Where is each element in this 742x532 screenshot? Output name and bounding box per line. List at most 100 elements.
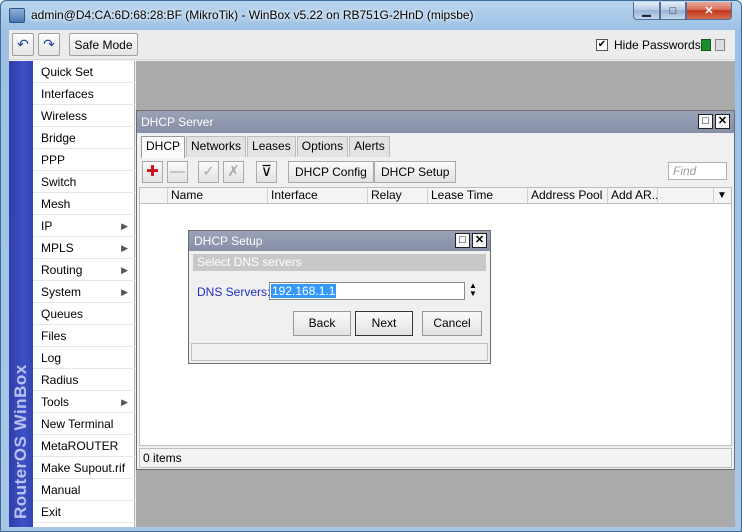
dns-servers-label: DNS Servers: xyxy=(197,285,271,299)
filter-button[interactable]: ⊽ xyxy=(256,161,277,183)
sidebar-item-label: MPLS xyxy=(41,241,74,255)
sidebar-item-label: Switch xyxy=(41,175,77,189)
sidebar-item-label: Mesh xyxy=(41,197,71,211)
column-header-add-ar[interactable]: Add AR... xyxy=(608,188,658,203)
sidebar-item-ip[interactable]: IP ▶ xyxy=(33,215,135,237)
status-indicator-icon xyxy=(715,39,725,51)
tab-leases[interactable]: Leases xyxy=(247,136,296,157)
sidebar-item-wireless[interactable]: Wireless xyxy=(33,105,135,127)
dhcp-status-bar: 0 items xyxy=(139,448,732,468)
submenu-arrow-icon: ▶ xyxy=(121,221,128,231)
minimize-button[interactable]: ▁ xyxy=(633,2,660,20)
remove-button[interactable]: — xyxy=(167,161,188,183)
submenu-arrow-icon: ▶ xyxy=(121,243,128,253)
dhcp-maximize-button[interactable]: □ xyxy=(698,114,713,129)
column-header-address-pool[interactable]: Address Pool xyxy=(528,188,608,203)
hide-passwords-checkbox[interactable]: ✔ xyxy=(596,39,608,51)
submenu-arrow-icon: ▶ xyxy=(121,265,128,275)
dhcp-setup-dialog: DHCP Setup □ ✕ Select DNS servers DNS Se… xyxy=(188,230,491,364)
sidebar-item-tools[interactable]: Tools ▶ xyxy=(33,391,135,413)
menu-list: Quick Set Interfaces Wireless Bridge PPP Swit… xyxy=(33,61,135,523)
tab-networks[interactable]: Networks xyxy=(186,136,247,157)
sidebar-item-label: IP xyxy=(41,219,53,233)
sidebar-item-mesh[interactable]: Mesh xyxy=(33,193,135,215)
sidebar-item-exit[interactable]: Exit xyxy=(33,501,135,523)
sidebar-item-manual[interactable]: Manual xyxy=(33,479,135,501)
disable-button[interactable]: ✗ xyxy=(223,161,244,183)
routeros-brand-bar: RouterOS WinBox xyxy=(9,61,33,527)
setup-maximize-button[interactable]: □ xyxy=(455,233,470,248)
sidebar-item-bridge[interactable]: Bridge xyxy=(33,127,135,149)
dhcp-setup-button[interactable]: DHCP Setup xyxy=(374,161,457,183)
undo-button[interactable]: ↶ xyxy=(12,33,34,56)
column-header-interface[interactable]: Interface xyxy=(268,188,368,203)
sidebar-item-label: New Terminal xyxy=(41,417,114,431)
sidebar-item-switch[interactable]: Switch xyxy=(33,171,135,193)
sidebar-item-queues[interactable]: Queues xyxy=(33,303,135,325)
sidebar-item-label: Routing xyxy=(41,263,83,277)
submenu-arrow-icon: ▶ xyxy=(121,287,128,297)
dhcp-window-titlebar[interactable]: DHCP Server □ ✕ xyxy=(137,111,734,133)
enable-button[interactable]: ✓ xyxy=(198,161,219,183)
submenu-arrow-icon: ▶ xyxy=(121,397,128,407)
dhcp-table-header: Name Interface Relay Lease Time Address Pool… xyxy=(139,187,732,204)
next-button[interactable]: Next xyxy=(355,311,413,336)
column-header-name[interactable]: Name xyxy=(168,188,268,203)
tab-dhcp[interactable]: DHCP xyxy=(141,136,186,158)
setup-dialog-titlebar[interactable]: DHCP Setup □ ✕ xyxy=(189,231,490,251)
add-remove-dns-spinner[interactable]: ▲ ▼ xyxy=(467,282,479,300)
close-button[interactable]: ✕ xyxy=(686,2,732,20)
tab-options[interactable]: Options xyxy=(296,136,349,157)
cancel-button[interactable]: Cancel xyxy=(422,311,482,336)
sidebar-item-label: MetaROUTER xyxy=(41,439,119,453)
sidebar-item-label: Queues xyxy=(41,307,84,321)
dns-servers-input[interactable]: 192.168.1.1 xyxy=(269,282,465,300)
sidebar-item-interfaces[interactable]: Interfaces xyxy=(33,83,135,105)
dhcp-tabs: DHCP Networks Leases Options Alerts xyxy=(141,136,391,158)
sidebar-item-new-terminal[interactable]: New Terminal xyxy=(33,413,135,435)
title-bar[interactable]: admin@D4:CA:6D:68:28:BF (MikroTik) - Win… xyxy=(1,1,742,29)
dhcp-config-button[interactable]: DHCP Config xyxy=(288,161,374,183)
undo-icon: ↶ xyxy=(17,36,29,52)
brand-label: RouterOS WinBox xyxy=(11,364,30,519)
setup-dialog-title: DHCP Setup xyxy=(194,234,263,248)
back-button[interactable]: Back xyxy=(293,311,351,336)
sidebar-item-files[interactable]: Files xyxy=(33,325,135,347)
dhcp-close-button[interactable]: ✕ xyxy=(715,114,730,129)
column-header-flags xyxy=(140,188,168,203)
redo-icon: ↷ xyxy=(43,36,55,52)
setup-close-button[interactable]: ✕ xyxy=(472,233,487,248)
setup-step-header: Select DNS servers xyxy=(193,254,486,271)
add-button[interactable]: ✚ xyxy=(142,161,163,183)
sidebar-item-mpls[interactable]: MPLS ▶ xyxy=(33,237,135,259)
maximize-button[interactable]: □ xyxy=(660,2,686,20)
sidebar-item-radius[interactable]: Radius xyxy=(33,369,135,391)
column-chooser-dropdown-icon[interactable]: ▼ xyxy=(713,188,731,203)
secure-connection-icon xyxy=(701,39,711,51)
sidebar-item-label: Wireless xyxy=(41,109,88,123)
sidebar-item-system[interactable]: System ▶ xyxy=(33,281,135,303)
sidebar-item-label: System xyxy=(41,285,82,299)
sidebar-item-label: Bridge xyxy=(41,131,76,145)
sidebar-item-ppp[interactable]: PPP xyxy=(33,149,135,171)
sidebar-item-label: Quick Set xyxy=(41,65,94,79)
column-header-lease-time[interactable]: Lease Time xyxy=(428,188,528,203)
sidebar-item-label: Files xyxy=(41,329,67,343)
sidebar-item-label: Make Supout.rif xyxy=(41,461,126,475)
sidebar-item-label: Radius xyxy=(41,373,79,387)
sidebar-item-quick-set[interactable]: Quick Set xyxy=(33,61,135,83)
sidebar-item-make-supout-rif[interactable]: Make Supout.rif xyxy=(33,457,135,479)
winbox-app-icon xyxy=(9,8,25,23)
column-header-relay[interactable]: Relay xyxy=(368,188,428,203)
dns-servers-value: 192.168.1.1 xyxy=(271,284,337,298)
tab-alerts[interactable]: Alerts xyxy=(349,136,390,157)
sidebar-item-metarouter[interactable]: MetaROUTER xyxy=(33,435,135,457)
redo-button[interactable]: ↷ xyxy=(38,33,60,56)
safe-mode-button[interactable]: Safe Mode xyxy=(69,33,138,56)
sidebar-item-routing[interactable]: Routing ▶ xyxy=(33,259,135,281)
sidebar-item-log[interactable]: Log xyxy=(33,347,135,369)
find-input[interactable]: Find xyxy=(668,162,727,180)
dhcp-toolbar: ✚ — ✓ ✗ ⊽ DHCP Config DHCP Setup Find xyxy=(139,159,732,186)
sidebar-item-label: Exit xyxy=(41,505,62,519)
sidebar-item-label: Tools xyxy=(41,395,70,409)
